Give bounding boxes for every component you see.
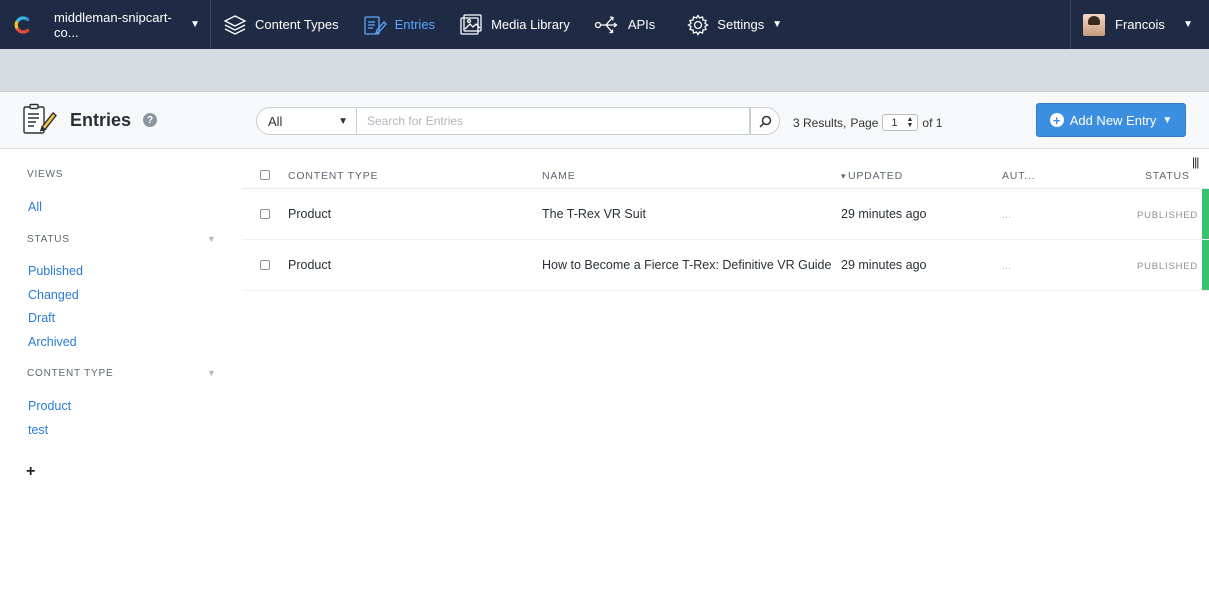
cell-content-type: Product bbox=[288, 258, 332, 272]
cell-name[interactable]: How to Become a Fierce T-Rex: Definitive… bbox=[542, 258, 831, 272]
help-icon[interactable]: ? bbox=[143, 113, 158, 127]
top-navigation: middleman-snipcart-co... ▼ Content Types… bbox=[0, 0, 1209, 49]
cell-updated: 29 minutes ago bbox=[841, 207, 927, 221]
results-info: 3 Results, Page 1 ▲ ▼ of 1 bbox=[793, 114, 942, 131]
filter-selected-value: All bbox=[268, 113, 283, 129]
avatar bbox=[1083, 13, 1105, 36]
user-name: Francois bbox=[1115, 17, 1165, 32]
content-type-filter[interactable]: All ▼ bbox=[256, 107, 357, 135]
nav-content-types[interactable]: Content Types bbox=[211, 0, 351, 49]
page-total: of 1 bbox=[922, 115, 943, 130]
user-menu[interactable]: Francois ▼ bbox=[1070, 0, 1209, 49]
page-value: 1 bbox=[891, 116, 898, 129]
view-archived[interactable]: Archived bbox=[28, 335, 77, 349]
sort-desc-icon: ▾ bbox=[841, 171, 847, 181]
nav-label: APIs bbox=[627, 17, 656, 32]
content-type-section-title: CONTENT TYPE bbox=[27, 368, 114, 379]
chevron-down-icon: ▼ bbox=[1162, 114, 1173, 126]
nav-label: Settings bbox=[717, 17, 765, 32]
add-view-button[interactable]: + bbox=[26, 463, 35, 481]
cell-author: ... bbox=[1002, 260, 1012, 272]
plus-icon: + bbox=[1049, 113, 1064, 127]
search-icon bbox=[758, 115, 771, 128]
column-author[interactable]: AUT... bbox=[1002, 170, 1035, 182]
chevron-down-icon: ▼ bbox=[772, 19, 783, 30]
view-test[interactable]: test bbox=[28, 423, 48, 437]
table-row[interactable]: Product The T-Rex VR Suit 29 minutes ago… bbox=[242, 189, 1209, 240]
table-header: CONTENT TYPE NAME ▾ UPDATED AUT... STATU… bbox=[242, 150, 1209, 189]
column-status[interactable]: STATUS bbox=[1145, 170, 1190, 182]
nav-label: Content Types bbox=[255, 17, 339, 32]
entries-icon bbox=[363, 15, 387, 35]
views-sidebar: VIEWS All STATUS ▼ Published Changed Dra… bbox=[0, 150, 230, 614]
entries-table: CONTENT TYPE NAME ▾ UPDATED AUT... STATU… bbox=[242, 150, 1209, 291]
view-published[interactable]: Published bbox=[28, 264, 83, 278]
page-label: Page bbox=[850, 115, 879, 130]
search-input[interactable] bbox=[357, 107, 750, 135]
caret-down-icon[interactable]: ▼ bbox=[207, 368, 216, 378]
published-indicator bbox=[1202, 240, 1209, 290]
cell-author: ... bbox=[1002, 209, 1012, 221]
column-updated[interactable]: UPDATED bbox=[848, 170, 903, 182]
results-count: 3 Results, bbox=[793, 115, 847, 130]
column-name[interactable]: NAME bbox=[542, 170, 576, 182]
contentful-logo[interactable] bbox=[0, 0, 44, 49]
chevron-down-icon: ▼ bbox=[1183, 19, 1193, 30]
nav-label: Media Library bbox=[491, 17, 570, 32]
api-icon bbox=[594, 15, 618, 33]
status-badge: PUBLISHED bbox=[1137, 210, 1199, 221]
page-title: Entries bbox=[70, 109, 132, 130]
chevron-down-icon: ▼ bbox=[190, 19, 200, 30]
column-content-type[interactable]: CONTENT TYPE bbox=[288, 170, 378, 182]
entries-icon bbox=[23, 103, 57, 134]
nav-media-library[interactable]: Media Library bbox=[447, 0, 582, 49]
space-selector[interactable]: middleman-snipcart-co... ▼ bbox=[44, 0, 211, 49]
nav-entries[interactable]: Entries bbox=[351, 0, 447, 49]
nav-settings[interactable]: Settings ▼ bbox=[667, 0, 794, 49]
view-draft[interactable]: Draft bbox=[28, 311, 55, 325]
cell-updated: 29 minutes ago bbox=[841, 258, 927, 272]
row-checkbox[interactable] bbox=[260, 209, 270, 219]
select-all-checkbox[interactable] bbox=[260, 170, 270, 180]
view-product[interactable]: Product bbox=[28, 399, 71, 413]
search-button[interactable] bbox=[750, 107, 780, 135]
status-section-title: STATUS bbox=[27, 234, 70, 245]
add-button-label: Add New Entry bbox=[1069, 112, 1157, 128]
notification-bar bbox=[0, 49, 1209, 92]
entries-header: Entries ? All ▼ 3 Results, Page 1 ▲▼ of … bbox=[0, 92, 1209, 149]
nav-apis[interactable]: APIs bbox=[582, 0, 667, 49]
image-icon bbox=[460, 13, 482, 35]
add-new-entry-button[interactable]: + Add New Entry ▼ bbox=[1036, 103, 1186, 137]
cell-name[interactable]: The T-Rex VR Suit bbox=[542, 207, 646, 221]
space-name: middleman-snipcart-co... bbox=[54, 9, 172, 40]
gear-icon bbox=[687, 13, 710, 36]
cell-content-type: Product bbox=[288, 207, 332, 221]
view-all[interactable]: All bbox=[28, 200, 42, 214]
row-checkbox[interactable] bbox=[260, 260, 270, 270]
page-selector[interactable]: 1 ▲ ▼ bbox=[882, 114, 919, 131]
table-row[interactable]: Product How to Become a Fierce T-Rex: De… bbox=[242, 240, 1209, 291]
published-indicator bbox=[1202, 189, 1209, 239]
nav-label: Entries bbox=[394, 17, 436, 32]
caret-down-icon[interactable]: ▼ bbox=[207, 234, 216, 244]
view-changed[interactable]: Changed bbox=[28, 288, 79, 302]
layers-icon bbox=[223, 14, 247, 35]
status-badge: PUBLISHED bbox=[1137, 261, 1199, 272]
chevron-down-icon: ▼ bbox=[338, 115, 348, 127]
stepper-icon: ▲ ▼ bbox=[906, 115, 914, 129]
views-section-title: VIEWS bbox=[27, 169, 64, 180]
